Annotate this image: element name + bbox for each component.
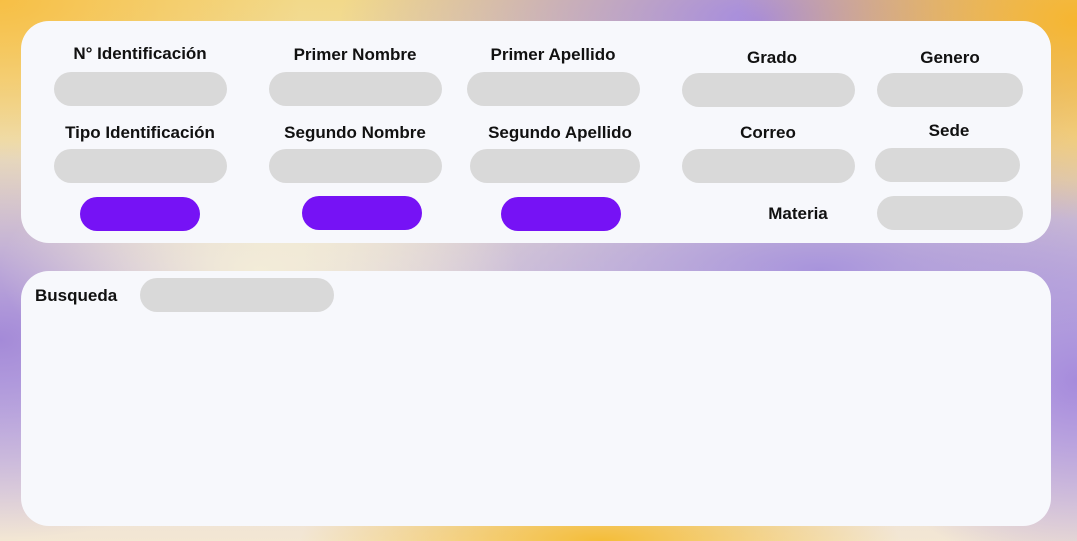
second-surname-label: Segundo Apellido [488,123,632,142]
second-name-label: Segundo Nombre [284,123,426,142]
id-number-label: N° Identificación [73,44,207,63]
first-name-label: Primer Nombre [293,45,417,64]
search-label: Busqueda [35,286,118,305]
action-button-3[interactable] [501,197,621,231]
email-label: Correo [740,123,796,142]
subject-label: Materia [768,204,828,223]
grade-input[interactable] [682,73,855,107]
campus-label: Sede [928,121,970,140]
first-surname-label: Primer Apellido [490,45,616,64]
id-type-input[interactable] [54,149,227,183]
action-button-1[interactable] [80,197,200,231]
first-surname-input[interactable] [467,72,640,106]
second-surname-input[interactable] [470,149,640,183]
campus-input[interactable] [875,148,1020,182]
grade-label: Grado [746,48,798,67]
first-name-input[interactable] [269,72,442,106]
gender-input[interactable] [877,73,1023,107]
action-button-2[interactable] [302,196,422,230]
id-number-input[interactable] [54,72,227,106]
email-input[interactable] [682,149,855,183]
id-type-label: Tipo Identificación [65,123,215,142]
search-input[interactable] [140,278,334,312]
subject-input[interactable] [877,196,1023,230]
gender-label: Genero [920,48,980,67]
second-name-input[interactable] [269,149,442,183]
